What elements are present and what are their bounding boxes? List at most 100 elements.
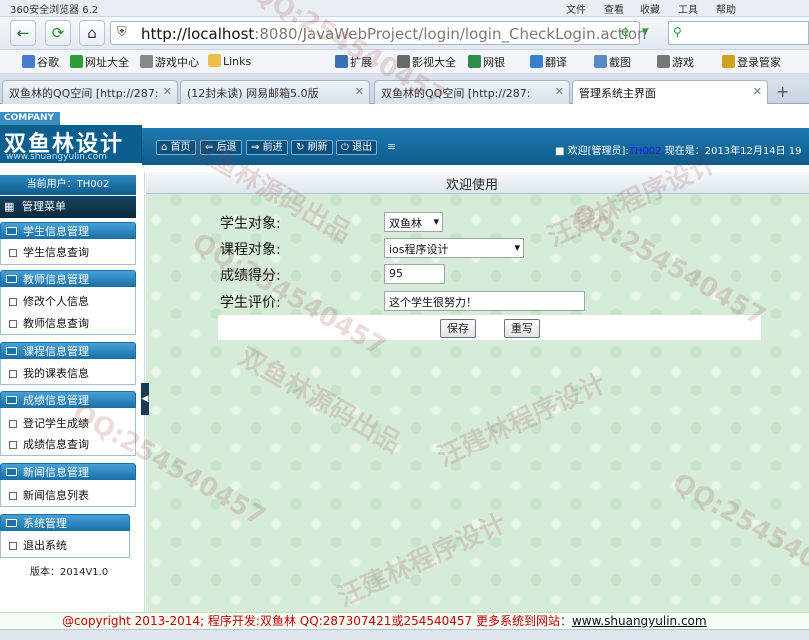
footer-link[interactable]: www.shuangyulin.com — [572, 614, 707, 628]
menu-score-query[interactable]: 成绩信息查询 — [9, 436, 89, 452]
bookmark-screenshot[interactable]: 截图 — [594, 54, 631, 70]
section-news-box: 新闻信息列表 — [0, 480, 136, 507]
film-icon — [397, 55, 410, 68]
menu-my-schedule[interactable]: 我的课表信息 — [9, 365, 89, 381]
section-score-box: 登记学生成绩 成绩信息查询 — [0, 408, 136, 456]
menu-student-query[interactable]: 学生信息查询 — [9, 244, 89, 260]
section-teacher-box: 修改个人信息 教师信息查询 — [0, 287, 136, 335]
company-label: COMPANY — [0, 112, 60, 125]
course-select[interactable]: ios程序设计 — [384, 238, 524, 258]
section-news[interactable]: 新闻信息管理 — [0, 463, 136, 480]
comment-input[interactable]: 这个学生很努力！ — [384, 291, 585, 311]
section-course-box: 我的课表信息 — [0, 359, 136, 385]
tab-admin-main[interactable]: 管理系统主界面 ✕ — [572, 80, 768, 104]
bookmark-login-manager[interactable]: 登录管家 — [722, 54, 781, 70]
dropdown-arrow-icon[interactable]: ▾ — [642, 24, 649, 39]
save-button[interactable]: 保存 — [440, 319, 476, 338]
menu-edit-profile[interactable]: 修改个人信息 — [9, 293, 89, 309]
section-icon — [6, 519, 17, 527]
section-icon — [6, 347, 17, 355]
menu-logout[interactable]: 退出系统 — [9, 537, 67, 553]
back-icon[interactable]: ← — [10, 20, 36, 46]
reset-button[interactable]: 重写 — [504, 319, 540, 338]
bookmarks-bar: 谷歌 网址大全 游戏中心 Links 扩展 影视大全 网银 翻译 截图 游戏 登… — [0, 50, 809, 74]
bank-icon — [468, 55, 481, 68]
page-title: 欢迎使用 — [446, 178, 499, 193]
item-icon — [9, 370, 17, 378]
menu-teacher-query[interactable]: 教师信息查询 — [9, 315, 89, 331]
ie-mode-icon[interactable]: e — [621, 25, 629, 40]
search-icon: ⚲ — [673, 25, 682, 39]
close-icon[interactable]: ✕ — [163, 85, 172, 98]
score-input[interactable]: 95 — [384, 264, 445, 284]
folder-icon — [208, 54, 221, 67]
menu-favorites[interactable]: 收藏 — [640, 1, 660, 16]
back-button[interactable]: ⇐ 后退 — [200, 140, 242, 155]
sidebar-toggle-icon[interactable]: ◀ — [141, 383, 149, 415]
menu-title: ▦ 管理菜单 — [0, 196, 136, 218]
bookmark-video[interactable]: 影视大全 — [397, 54, 456, 70]
new-tab-button[interactable]: + — [776, 82, 789, 101]
bookmark-sites[interactable]: 网址大全 — [70, 54, 129, 70]
close-icon[interactable]: ✕ — [355, 85, 364, 98]
section-system[interactable]: 系统管理 — [0, 514, 130, 531]
bookmark-links[interactable]: Links — [208, 54, 251, 68]
search-input[interactable]: ⚲ — [668, 21, 809, 45]
section-course[interactable]: 课程信息管理 — [0, 342, 136, 359]
welcome-text: ■ 欢迎[管理员]:TH002 现在是：2013年12月14日 19 — [555, 146, 802, 157]
bookmark-google[interactable]: 谷歌 — [22, 54, 59, 70]
bookmark-translate[interactable]: 翻译 — [530, 54, 567, 70]
section-teacher[interactable]: 教师信息管理 — [0, 270, 136, 287]
menu-view[interactable]: 查看 — [604, 1, 624, 16]
tab-netease-mail[interactable]: (12封未读) 网易邮箱5.0版 ✕ — [180, 80, 370, 104]
close-icon[interactable]: ✕ — [555, 85, 564, 98]
google-icon — [22, 55, 35, 68]
tab-qq-zone-2[interactable]: 双鱼林的QQ空间 [http://287: ✕ — [374, 80, 570, 104]
bookmark-games-center[interactable]: 游戏中心 — [140, 54, 199, 70]
section-score[interactable]: 成绩信息管理 — [0, 391, 136, 408]
refresh-button[interactable]: ↻ 刷新 — [291, 140, 333, 155]
item-icon — [9, 542, 17, 550]
menu-help[interactable]: 帮助 — [716, 1, 736, 16]
url-text: http://localhost:8080/JavaWebProject/log… — [141, 25, 647, 43]
section-icon — [6, 275, 17, 283]
section-icon — [6, 468, 17, 476]
version-label: 版本：2014V1.0 — [30, 567, 109, 578]
url-bar[interactable]: ⛨ http://localhost:8080/JavaWebProject/l… — [110, 21, 647, 45]
menu-register-score[interactable]: 登记学生成绩 — [9, 415, 89, 431]
shield-icon: ⛨ — [117, 25, 127, 40]
forward-button[interactable]: ⇒ 前进 — [246, 140, 288, 155]
bookmark-extensions[interactable]: 扩展 — [335, 54, 372, 70]
tab-strip: 双鱼林的QQ空间 [http://287: ✕ (12封未读) 网易邮箱5.0版 ✕… — [0, 74, 809, 104]
item-icon — [9, 249, 17, 257]
menu-file[interactable]: 文件 — [566, 1, 586, 16]
score-label: 成绩得分: — [220, 268, 281, 284]
section-student[interactable]: 学生信息管理 — [0, 222, 136, 239]
key-icon — [722, 55, 735, 68]
main-header: 欢迎使用 — [146, 172, 809, 194]
status-bar — [0, 629, 809, 640]
home-icon[interactable]: ⌂ — [79, 20, 105, 46]
student-select[interactable]: 双鱼林 — [384, 212, 443, 232]
close-icon[interactable]: ✕ — [753, 85, 762, 98]
separator-icon: ≡ — [387, 140, 397, 153]
menu-news-list[interactable]: 新闻信息列表 — [9, 487, 89, 503]
browser-title: 360安全浏览器 6.2 — [10, 5, 99, 16]
grid-icon: ▦ — [4, 200, 15, 213]
browser-title-bar: 360安全浏览器 6.2 文件 查看 收藏 工具 帮助 — [0, 0, 809, 17]
bookmark-bank[interactable]: 网银 — [468, 54, 505, 70]
refresh-icon[interactable]: ⟳ — [45, 20, 71, 46]
section-student-box: 学生信息查询 — [0, 239, 136, 265]
item-icon — [9, 441, 17, 449]
bookmark-games[interactable]: 游戏 — [657, 54, 694, 70]
home-button[interactable]: ⌂ 首页 — [156, 140, 196, 155]
item-icon — [9, 298, 17, 306]
gamepad-icon — [657, 55, 670, 68]
logout-button[interactable]: ⏻ 退出 — [336, 140, 378, 155]
menu-tools[interactable]: 工具 — [678, 1, 698, 16]
footer: @copyright 2013-2014; 程序开发:双鱼林 QQ:287307… — [0, 612, 809, 629]
logo: 双鱼林设计 www.shuangyulin.com — [0, 125, 142, 163]
grid-icon — [335, 55, 348, 68]
tab-qq-zone-1[interactable]: 双鱼林的QQ空间 [http://287: ✕ — [2, 80, 178, 104]
scissors-icon — [594, 55, 607, 68]
